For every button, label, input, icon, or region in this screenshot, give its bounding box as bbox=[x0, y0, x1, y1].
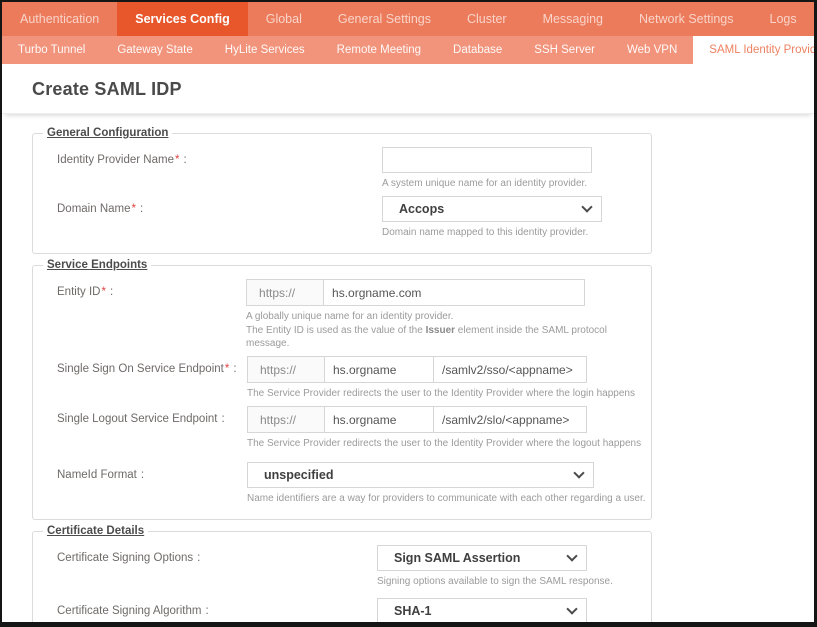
required-asterisk: * bbox=[175, 154, 179, 166]
nameid-format-help: Name identifiers are a way for providers… bbox=[247, 492, 646, 505]
required-asterisk: * bbox=[225, 363, 229, 375]
nameid-format-select-value: unspecified bbox=[264, 468, 333, 482]
entity-id-label-text: Entity ID bbox=[57, 286, 100, 298]
label-colon: : bbox=[141, 469, 144, 481]
signing-algorithm-select-value: SHA-1 bbox=[394, 604, 432, 618]
required-asterisk: * bbox=[101, 286, 105, 298]
sso-protocol-prefix: https:// bbox=[247, 356, 325, 383]
idp-name-help: A system unique name for an identity pro… bbox=[382, 177, 592, 190]
slo-endpoint-label-text: Single Logout Service Endpoint bbox=[57, 413, 217, 425]
idp-name-input[interactable] bbox=[382, 147, 592, 173]
field-row-domain-name: Domain Name*: Accops Domain name mapped … bbox=[33, 196, 651, 239]
entity-id-input[interactable] bbox=[323, 279, 585, 306]
app-window: Authentication Services Config Global Ge… bbox=[0, 0, 817, 627]
sso-endpoint-label: Single Sign On Service Endpoint*: bbox=[33, 356, 247, 382]
topnav-item-authentication[interactable]: Authentication bbox=[2, 2, 117, 36]
signing-options-select-value: Sign SAML Assertion bbox=[394, 551, 520, 565]
subnav-item-database[interactable]: Database bbox=[437, 36, 518, 64]
section-service-endpoints-legend: Service Endpoints bbox=[43, 259, 151, 271]
chevron-down-icon bbox=[566, 550, 577, 561]
signing-options-label: Certificate Signing Options: bbox=[33, 545, 377, 571]
label-colon: : bbox=[233, 363, 236, 375]
page-title: Create SAML IDP bbox=[32, 79, 814, 100]
signing-options-label-text: Certificate Signing Options bbox=[57, 552, 193, 564]
signing-algorithm-label-text: Certificate Signing Algorithm bbox=[57, 605, 201, 617]
subnav-item-hylite-services[interactable]: HyLite Services bbox=[209, 36, 321, 64]
topnav-item-general-settings[interactable]: General Settings bbox=[320, 2, 449, 36]
field-row-signing-options: Certificate Signing Options: Sign SAML A… bbox=[33, 545, 651, 588]
label-colon: : bbox=[183, 154, 186, 166]
domain-name-label: Domain Name*: bbox=[33, 196, 382, 222]
slo-endpoint-label: Single Logout Service Endpoint: bbox=[33, 406, 247, 432]
nameid-format-label-text: NameId Format bbox=[57, 469, 137, 481]
field-row-nameid-format: NameId Format: unspecified Name identifi… bbox=[33, 462, 651, 505]
topnav-item-global[interactable]: Global bbox=[248, 2, 320, 36]
nameid-format-select[interactable]: unspecified bbox=[247, 462, 594, 488]
domain-name-help: Domain name mapped to this identity prov… bbox=[382, 226, 602, 239]
entity-id-label: Entity ID*: bbox=[33, 279, 246, 305]
signing-algorithm-label: Certificate Signing Algorithm: bbox=[33, 598, 377, 624]
field-row-sso-endpoint: Single Sign On Service Endpoint*: https:… bbox=[33, 356, 651, 400]
label-colon: : bbox=[205, 605, 208, 617]
section-service-endpoints: Service Endpoints Entity ID*: https:// A… bbox=[32, 259, 652, 520]
sso-path-input[interactable] bbox=[433, 356, 587, 383]
subnav-item-gateway-state[interactable]: Gateway State bbox=[101, 36, 208, 64]
slo-protocol-prefix: https:// bbox=[247, 406, 325, 433]
chevron-down-icon bbox=[581, 201, 592, 212]
label-colon: : bbox=[197, 552, 200, 564]
sso-host-input[interactable] bbox=[324, 356, 434, 383]
page-header: Create SAML IDP bbox=[2, 64, 814, 114]
slo-host-input[interactable] bbox=[324, 406, 434, 433]
section-certificate-details: Certificate Details Certificate Signing … bbox=[32, 525, 652, 627]
subnav-item-ssh-server[interactable]: SSH Server bbox=[518, 36, 611, 64]
label-colon: : bbox=[110, 286, 113, 298]
topnav-item-cluster[interactable]: Cluster bbox=[449, 2, 525, 36]
entity-id-protocol-prefix: https:// bbox=[246, 279, 324, 306]
subnav-item-remote-meeting[interactable]: Remote Meeting bbox=[321, 36, 437, 64]
entity-id-help-2: The Entity ID is used as the value of th… bbox=[246, 324, 651, 350]
sub-navigation: Turbo Tunnel Gateway State HyLite Servic… bbox=[2, 36, 814, 64]
idp-name-label-text: Identity Provider Name bbox=[57, 154, 174, 166]
field-row-slo-endpoint: Single Logout Service Endpoint: https://… bbox=[33, 406, 651, 450]
slo-endpoint-help: The Service Provider redirects the user … bbox=[247, 437, 641, 450]
required-asterisk: * bbox=[132, 203, 136, 215]
topnav-item-logs[interactable]: Logs bbox=[752, 2, 815, 36]
subnav-item-saml-identity-providers[interactable]: SAML Identity Providers bbox=[693, 36, 817, 64]
section-general-configuration-legend: General Configuration bbox=[43, 127, 172, 139]
sso-endpoint-label-text: Single Sign On Service Endpoint bbox=[57, 363, 224, 375]
entity-id-help-1: A globally unique name for an identity p… bbox=[246, 310, 651, 323]
idp-name-label: Identity Provider Name*: bbox=[33, 147, 382, 173]
subnav-item-turbo-tunnel[interactable]: Turbo Tunnel bbox=[2, 36, 101, 64]
chevron-down-icon bbox=[566, 603, 577, 614]
signing-options-select[interactable]: Sign SAML Assertion bbox=[377, 545, 587, 571]
field-row-signing-algorithm: Certificate Signing Algorithm: SHA-1 Alg… bbox=[33, 598, 651, 627]
label-colon: : bbox=[140, 203, 143, 215]
section-general-configuration: General Configuration Identity Provider … bbox=[32, 127, 652, 254]
top-navigation: Authentication Services Config Global Ge… bbox=[2, 2, 814, 36]
label-colon: : bbox=[221, 413, 224, 425]
domain-name-select-value: Accops bbox=[399, 202, 444, 216]
topnav-item-services-config[interactable]: Services Config bbox=[117, 2, 247, 36]
field-row-entity-id: Entity ID*: https:// A globally unique n… bbox=[33, 279, 651, 350]
subnav-item-web-vpn[interactable]: Web VPN bbox=[611, 36, 693, 64]
chevron-down-icon bbox=[573, 467, 584, 478]
topnav-item-messaging[interactable]: Messaging bbox=[525, 2, 621, 36]
domain-name-label-text: Domain Name bbox=[57, 203, 131, 215]
signing-options-help: Signing options available to sign the SA… bbox=[377, 575, 613, 588]
sso-endpoint-help: The Service Provider redirects the user … bbox=[247, 387, 635, 400]
nameid-format-label: NameId Format: bbox=[33, 462, 247, 488]
slo-path-input[interactable] bbox=[433, 406, 587, 433]
section-certificate-details-legend: Certificate Details bbox=[43, 525, 148, 537]
field-row-identity-provider-name: Identity Provider Name*: A system unique… bbox=[33, 147, 651, 190]
domain-name-select[interactable]: Accops bbox=[382, 196, 602, 222]
topnav-item-network-settings[interactable]: Network Settings bbox=[621, 2, 751, 36]
signing-algorithm-select[interactable]: SHA-1 bbox=[377, 598, 587, 624]
